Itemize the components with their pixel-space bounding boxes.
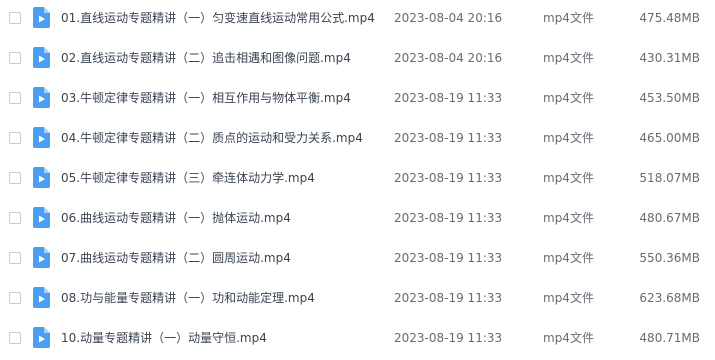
file-row[interactable]: 04.牛顿定律专题精讲（二）质点的运动和受力关系.mp4 2023-08-19 … <box>0 120 715 160</box>
file-modified-date: 2023-08-04 20:16 <box>394 11 503 25</box>
file-row[interactable]: 05.牛顿定律专题精讲（三）牵连体动力学.mp4 2023-08-19 11:3… <box>0 160 715 200</box>
row-checkbox[interactable] <box>9 172 21 184</box>
file-modified-date: 2023-08-19 11:33 <box>394 91 503 105</box>
file-size: 623.68MB <box>639 291 700 305</box>
file-name[interactable]: 08.功与能量专题精讲（一）功和动能定理.mp4 <box>61 289 315 307</box>
row-checkbox[interactable] <box>9 212 21 224</box>
video-file-icon <box>33 87 50 108</box>
file-modified-date: 2023-08-04 20:16 <box>394 51 503 65</box>
file-type: mp4文件 <box>543 11 594 25</box>
file-size: 518.07MB <box>639 171 700 185</box>
file-name[interactable]: 01.直线运动专题精讲（一）匀变速直线运动常用公式.mp4 <box>61 9 375 27</box>
file-type: mp4文件 <box>543 91 594 105</box>
row-checkbox[interactable] <box>9 52 21 64</box>
file-size: 465.00MB <box>639 131 700 145</box>
file-name[interactable]: 02.直线运动专题精讲（二）追击相遇和图像问题.mp4 <box>61 49 351 67</box>
row-checkbox[interactable] <box>9 252 21 264</box>
file-row[interactable]: 08.功与能量专题精讲（一）功和动能定理.mp4 2023-08-19 11:3… <box>0 280 715 320</box>
file-modified-date: 2023-08-19 11:33 <box>394 211 503 225</box>
file-size: 480.71MB <box>639 331 700 345</box>
row-checkbox[interactable] <box>9 12 21 24</box>
video-file-icon <box>33 7 50 28</box>
file-type: mp4文件 <box>543 211 594 225</box>
file-name[interactable]: 03.牛顿定律专题精讲（一）相互作用与物体平衡.mp4 <box>61 89 351 107</box>
file-size: 480.67MB <box>639 211 700 225</box>
file-modified-date: 2023-08-19 11:33 <box>394 291 503 305</box>
file-modified-date: 2023-08-19 11:33 <box>394 251 503 265</box>
file-list: 01.直线运动专题精讲（一）匀变速直线运动常用公式.mp4 2023-08-04… <box>0 0 715 351</box>
file-name[interactable]: 10.动量专题精讲（一）动量守恒.mp4 <box>61 329 267 347</box>
video-file-icon <box>33 167 50 188</box>
file-row[interactable]: 06.曲线运动专题精讲（一）抛体运动.mp4 2023-08-19 11:33 … <box>0 200 715 240</box>
file-row[interactable]: 03.牛顿定律专题精讲（一）相互作用与物体平衡.mp4 2023-08-19 1… <box>0 80 715 120</box>
file-type: mp4文件 <box>543 51 594 65</box>
file-row[interactable]: 02.直线运动专题精讲（二）追击相遇和图像问题.mp4 2023-08-04 2… <box>0 40 715 80</box>
video-file-icon <box>33 207 50 228</box>
file-row[interactable]: 01.直线运动专题精讲（一）匀变速直线运动常用公式.mp4 2023-08-04… <box>0 0 715 40</box>
file-name[interactable]: 05.牛顿定律专题精讲（三）牵连体动力学.mp4 <box>61 169 315 187</box>
file-type: mp4文件 <box>543 291 594 305</box>
file-type: mp4文件 <box>543 251 594 265</box>
file-modified-date: 2023-08-19 11:33 <box>394 131 503 145</box>
file-name[interactable]: 07.曲线运动专题精讲（二）圆周运动.mp4 <box>61 249 291 267</box>
file-row[interactable]: 07.曲线运动专题精讲（二）圆周运动.mp4 2023-08-19 11:33 … <box>0 240 715 280</box>
video-file-icon <box>33 127 50 148</box>
file-size: 430.31MB <box>639 51 700 65</box>
file-type: mp4文件 <box>543 131 594 145</box>
video-file-icon <box>33 247 50 268</box>
file-size: 475.48MB <box>639 11 700 25</box>
file-name[interactable]: 06.曲线运动专题精讲（一）抛体运动.mp4 <box>61 209 291 227</box>
video-file-icon <box>33 287 50 308</box>
file-name[interactable]: 04.牛顿定律专题精讲（二）质点的运动和受力关系.mp4 <box>61 129 363 147</box>
row-checkbox[interactable] <box>9 332 21 344</box>
file-type: mp4文件 <box>543 171 594 185</box>
video-file-icon <box>33 327 50 348</box>
row-checkbox[interactable] <box>9 92 21 104</box>
video-file-icon <box>33 47 50 68</box>
file-size: 550.36MB <box>639 251 700 265</box>
file-modified-date: 2023-08-19 11:33 <box>394 331 503 345</box>
file-type: mp4文件 <box>543 331 594 345</box>
file-modified-date: 2023-08-19 11:33 <box>394 171 503 185</box>
row-checkbox[interactable] <box>9 292 21 304</box>
file-row[interactable]: 10.动量专题精讲（一）动量守恒.mp4 2023-08-19 11:33 mp… <box>0 320 715 360</box>
row-checkbox[interactable] <box>9 132 21 144</box>
file-size: 453.50MB <box>639 91 700 105</box>
